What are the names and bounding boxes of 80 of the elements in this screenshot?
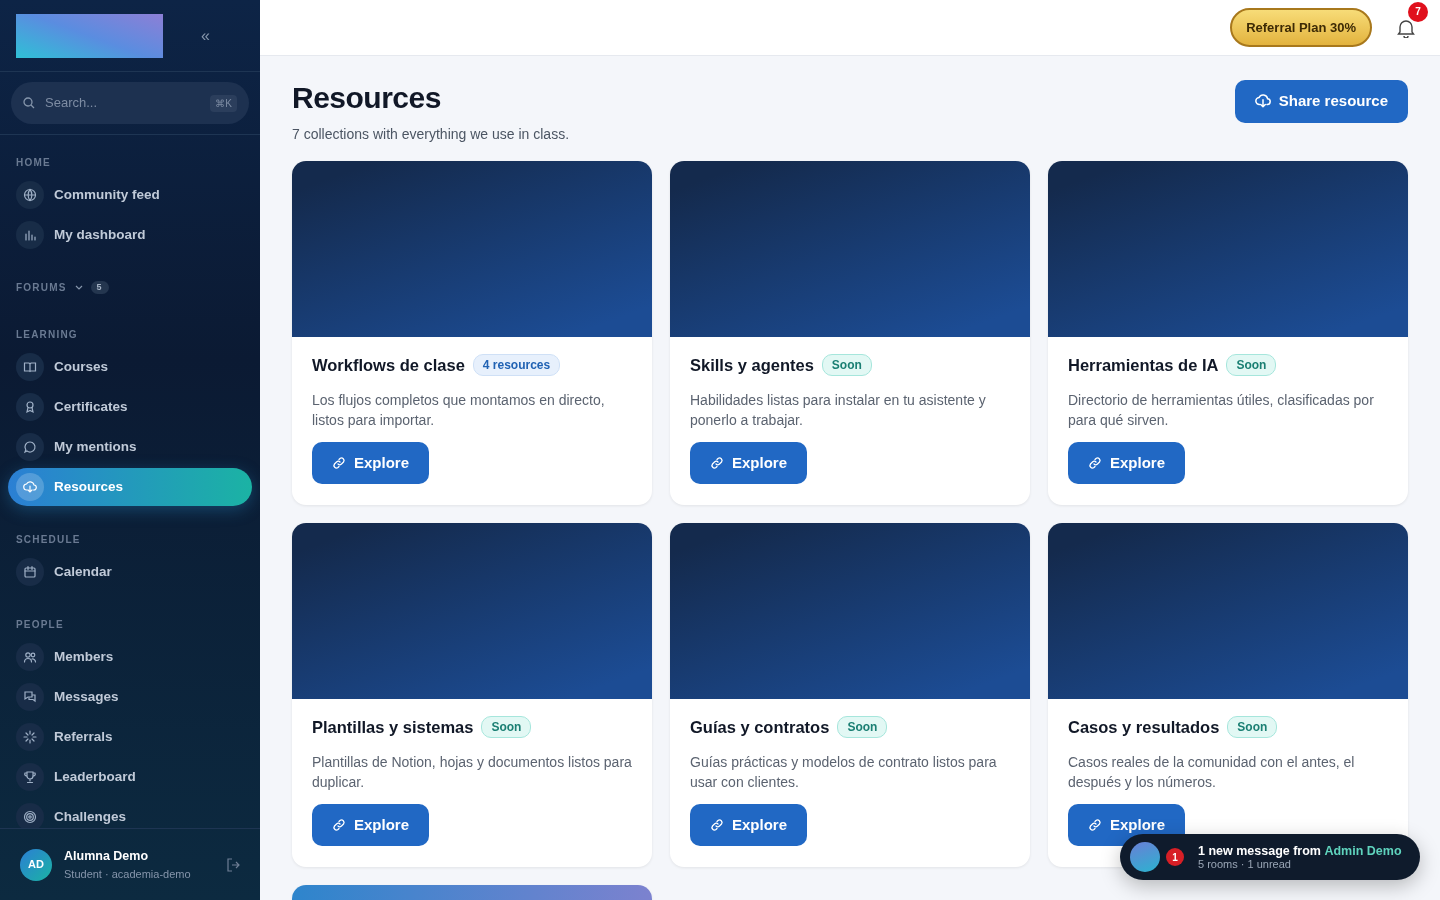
card-description: Guías prácticas y modelos de contrato listos para usar con clientes. xyxy=(690,752,998,792)
nav-item[interactable]: My dashboard xyxy=(8,216,252,254)
logout-icon[interactable] xyxy=(226,857,240,872)
target-icon xyxy=(23,810,37,824)
nav-item[interactable]: Certificates xyxy=(8,388,252,426)
sender-link[interactable]: Admin Demo xyxy=(1324,843,1402,858)
nav-item[interactable]: Members xyxy=(8,638,252,676)
link-icon xyxy=(710,456,724,470)
collapse-button[interactable]: « xyxy=(197,23,214,48)
link-icon xyxy=(1088,456,1102,470)
nav-item[interactable]: My mentions xyxy=(8,428,252,466)
nav-item[interactable]: Resources xyxy=(8,468,252,506)
calendar-icon xyxy=(23,565,37,579)
user-avatar: AD xyxy=(20,848,52,881)
trophy-icon xyxy=(23,770,37,784)
card-title: Skills y agentes xyxy=(690,355,814,376)
card-description: Los flujos completos que montamos en directo, listos para importar. xyxy=(312,390,606,430)
toast-message: 1 new message from Admin Demo xyxy=(1198,843,1402,858)
section-label: LEARNING xyxy=(16,328,78,342)
ribbon-icon xyxy=(23,400,37,414)
count-badge: 4 resources xyxy=(472,354,561,377)
page-subtitle: 7 collections with everything we use in class. xyxy=(292,125,570,144)
explore-button[interactable]: Explore xyxy=(1068,441,1186,485)
bar-chart-icon xyxy=(23,228,37,242)
chevron-down-icon[interactable] xyxy=(74,284,83,291)
explore-button[interactable]: Explore xyxy=(690,441,808,485)
cloud-download-icon xyxy=(23,480,37,494)
link-icon xyxy=(332,456,346,470)
status-badge: Soon xyxy=(821,354,872,377)
share-resource-button[interactable]: Share resource xyxy=(1234,80,1408,123)
nav-item[interactable]: Leaderboard xyxy=(8,758,252,796)
status-badge: Soon xyxy=(481,716,532,739)
page-title: Resources xyxy=(292,80,442,116)
message-toast[interactable]: 1 1 new message from Admin Demo 5 rooms · 1 unread xyxy=(1120,834,1420,880)
link-icon xyxy=(1088,818,1102,832)
user-name: Alumna Demo xyxy=(64,847,150,865)
section-label: PEOPLE xyxy=(16,618,64,632)
search-field[interactable]: Search... xyxy=(43,92,203,114)
notification-count: 7 xyxy=(1408,1,1428,22)
count-badge: 5 xyxy=(90,280,109,295)
section-label: SCHEDULE xyxy=(16,533,81,547)
sender-avatar xyxy=(1130,842,1160,872)
card-description: Habilidades listas para instalar en tu asistente y ponerlo a trabajar. xyxy=(690,390,987,430)
card-title: Herramientas de IA xyxy=(1068,355,1219,376)
nav-item[interactable]: Community feed xyxy=(8,176,252,214)
link-icon xyxy=(710,818,724,832)
section-label: HOME xyxy=(16,156,51,170)
sparkle-icon xyxy=(23,730,37,744)
search-icon xyxy=(23,97,35,109)
card-description: Casos reales de la comunidad con el antes, el después y los números. xyxy=(1068,752,1356,792)
status-badge: Soon xyxy=(1227,716,1278,739)
toast-detail: 5 rooms · 1 unread xyxy=(1198,857,1292,871)
globe-icon xyxy=(23,188,37,202)
book-icon xyxy=(23,360,37,374)
user-role: Student · academia-demo xyxy=(64,866,192,882)
people-icon xyxy=(23,650,37,664)
card-title: Guías y contratos xyxy=(690,717,830,738)
card-title: Workflows de clase xyxy=(312,355,465,376)
status-badge: Soon xyxy=(837,716,888,739)
unread-count: 1 xyxy=(1166,848,1184,866)
referral-button[interactable]: Referral Plan 30% xyxy=(1230,7,1372,48)
status-badge: Soon xyxy=(1226,354,1277,377)
card-title: Casos y resultados xyxy=(1068,717,1220,738)
chat-bubble-icon xyxy=(23,440,37,454)
nav-item[interactable]: Calendar xyxy=(8,553,252,591)
link-icon xyxy=(332,818,346,832)
explore-button[interactable]: Explore xyxy=(312,441,430,485)
section-label: FORUMS xyxy=(16,281,67,295)
nav-item[interactable]: Courses xyxy=(8,348,252,386)
card-description: Directorio de herramientas útiles, clasificadas por para qué sirven. xyxy=(1068,390,1375,430)
nav-item[interactable]: Messages xyxy=(8,678,252,716)
explore-button[interactable]: Explore xyxy=(690,803,808,847)
chat-bubbles-icon xyxy=(23,690,37,704)
nav-item[interactable]: Referrals xyxy=(8,718,252,756)
nav-item[interactable]: Challenges xyxy=(8,798,252,828)
card-description: Plantillas de Notion, hojas y documentos listos para duplicar. xyxy=(312,752,632,792)
card-title: Plantillas y sistemas xyxy=(312,717,474,738)
shortcut-hint: ⌘K xyxy=(210,94,237,112)
cloud-download-icon xyxy=(1254,93,1271,110)
explore-button[interactable]: Explore xyxy=(312,803,430,847)
